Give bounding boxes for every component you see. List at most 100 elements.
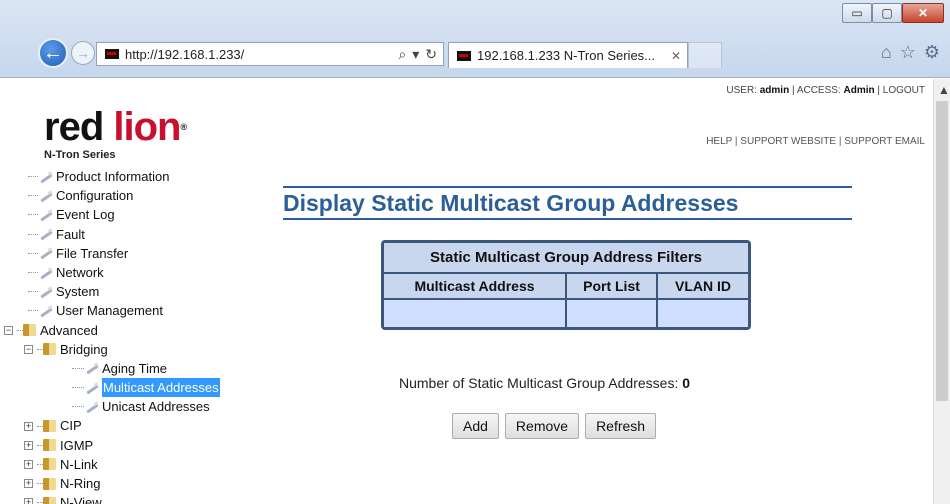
red-lion-logo: red lion® N-Tron Series [44, 105, 187, 161]
logo-subtitle: N-Tron Series [44, 149, 116, 161]
home-icon[interactable]: ⌂ [881, 42, 892, 63]
expand-icon[interactable]: + [24, 498, 33, 504]
page-icon [84, 382, 100, 394]
page-content: red lion® N-Tron Series USER: admin | AC… [0, 79, 933, 504]
dropdown-icon[interactable]: ▾ [412, 46, 419, 63]
tree-item-product-information[interactable]: Product Information [56, 167, 169, 186]
browser-toolbar: ⌂ ☆ ⚙ [881, 42, 940, 63]
back-button[interactable]: ← [38, 38, 68, 68]
refresh-icon[interactable]: ↻ [425, 46, 437, 63]
address-bar[interactable]: http://192.168.1.233/ ⌕ ▾ ↻ [96, 42, 444, 66]
filters-table: Static Multicast Group Address Filters M… [381, 240, 751, 330]
browser-chrome: ▭ ▢ ✕ ← → http://192.168.1.233/ ⌕ ▾ ↻ 19… [0, 0, 950, 78]
page-icon [38, 171, 54, 183]
remove-button[interactable]: Remove [504, 413, 580, 439]
count-value: 0 [682, 375, 691, 391]
folder-icon [43, 458, 56, 471]
user-bar: USER: admin | ACCESS: Admin | LOGOUT [726, 85, 925, 96]
page-icon [38, 190, 54, 202]
page-icon [84, 362, 100, 374]
page-icon [38, 286, 54, 298]
page-icon [38, 209, 54, 221]
logo-wordmark: red lion® [44, 105, 187, 149]
collapse-icon[interactable]: − [24, 344, 33, 354]
browser-tab[interactable]: 192.168.1.233 N-Tron Series... ✕ [448, 42, 688, 68]
tree-item-event-log[interactable]: Event Log [56, 205, 115, 224]
cell-vlan-id [657, 299, 748, 327]
new-tab-button[interactable] [688, 42, 722, 68]
help-link[interactable]: HELP [706, 136, 732, 147]
cell-port-list [566, 299, 658, 327]
tab-favicon-icon [457, 50, 471, 61]
tree-item-n-ring[interactable]: N-Ring [60, 474, 100, 493]
table-row [384, 299, 748, 327]
expand-icon[interactable]: + [24, 459, 33, 469]
address-url[interactable]: http://192.168.1.233/ [125, 47, 398, 62]
tree-item-aging-time[interactable]: Aging Time [102, 359, 167, 378]
support-email-link[interactable]: SUPPORT EMAIL [844, 136, 925, 147]
window-controls: ▭ ▢ ✕ [842, 3, 944, 23]
folder-icon [43, 496, 56, 504]
tree-item-n-view[interactable]: N-View [60, 493, 102, 504]
navigation-tree: Product Information Configuration Event … [4, 167, 220, 504]
tab-title: 192.168.1.233 N-Tron Series... [477, 48, 656, 63]
action-buttons: Add Remove Refresh [452, 413, 657, 439]
tree-item-file-transfer[interactable]: File Transfer [56, 244, 128, 263]
minimize-button[interactable]: ▭ [842, 3, 872, 23]
address-count: Number of Static Multicast Group Address… [399, 375, 690, 391]
search-icon[interactable]: ⌕ [398, 46, 406, 63]
page-icon [38, 305, 54, 317]
tree-item-network[interactable]: Network [56, 263, 104, 282]
user-name: admin [759, 85, 790, 96]
table-caption: Static Multicast Group Address Filters [384, 243, 748, 274]
cell-multicast-address [384, 299, 567, 327]
page-icon [38, 228, 54, 240]
tree-item-advanced[interactable]: Advanced [40, 321, 98, 340]
help-bar: HELP | SUPPORT WEBSITE | SUPPORT EMAIL [706, 136, 925, 147]
folder-open-icon [43, 343, 56, 356]
tree-item-system[interactable]: System [56, 282, 99, 301]
tree-item-multicast-addresses[interactable]: Multicast Addresses [102, 378, 220, 398]
vertical-scrollbar[interactable]: ▲ [933, 79, 950, 504]
page-icon [38, 247, 54, 259]
column-multicast-address: Multicast Address [384, 273, 567, 300]
tree-item-bridging[interactable]: Bridging [60, 340, 108, 359]
forward-arrow-icon: → [76, 45, 90, 61]
expand-icon[interactable]: + [24, 421, 33, 431]
favorites-star-icon[interactable]: ☆ [900, 42, 916, 63]
folder-icon [43, 420, 56, 433]
folder-icon [43, 439, 56, 452]
column-vlan-id: VLAN ID [657, 273, 748, 300]
tree-item-n-link[interactable]: N-Link [60, 455, 98, 474]
page-icon [84, 401, 100, 413]
scroll-thumb[interactable] [936, 101, 948, 401]
tree-item-fault[interactable]: Fault [56, 225, 85, 244]
folder-icon [43, 477, 56, 490]
expand-icon[interactable]: + [24, 479, 33, 489]
maximize-button[interactable]: ▢ [872, 3, 902, 23]
tree-item-configuration[interactable]: Configuration [56, 186, 133, 205]
page-title: Display Static Multicast Group Addresses [283, 186, 852, 220]
back-arrow-icon: ← [43, 41, 63, 64]
logout-link[interactable]: LOGOUT [883, 85, 925, 96]
tab-close-icon[interactable]: ✕ [671, 49, 681, 63]
expand-icon[interactable]: + [24, 440, 33, 450]
settings-gear-icon[interactable]: ⚙ [924, 42, 940, 63]
folder-open-icon [23, 324, 36, 337]
column-port-list: Port List [566, 273, 658, 300]
site-favicon-icon [105, 49, 119, 59]
collapse-icon[interactable]: − [4, 325, 13, 335]
tree-item-igmp[interactable]: IGMP [60, 436, 93, 455]
tree-item-user-management[interactable]: User Management [56, 301, 163, 320]
add-button[interactable]: Add [452, 413, 499, 439]
tree-item-cip[interactable]: CIP [60, 416, 82, 435]
tree-item-unicast-addresses[interactable]: Unicast Addresses [102, 397, 210, 416]
support-website-link[interactable]: SUPPORT WEBSITE [740, 136, 836, 147]
count-label: Number of Static Multicast Group Address… [399, 375, 679, 391]
page-icon [38, 267, 54, 279]
scroll-up-icon[interactable]: ▲ [938, 83, 950, 97]
access-level: Admin [843, 85, 875, 96]
forward-button[interactable]: → [71, 41, 95, 65]
close-window-button[interactable]: ✕ [902, 3, 944, 23]
refresh-button[interactable]: Refresh [585, 413, 657, 439]
